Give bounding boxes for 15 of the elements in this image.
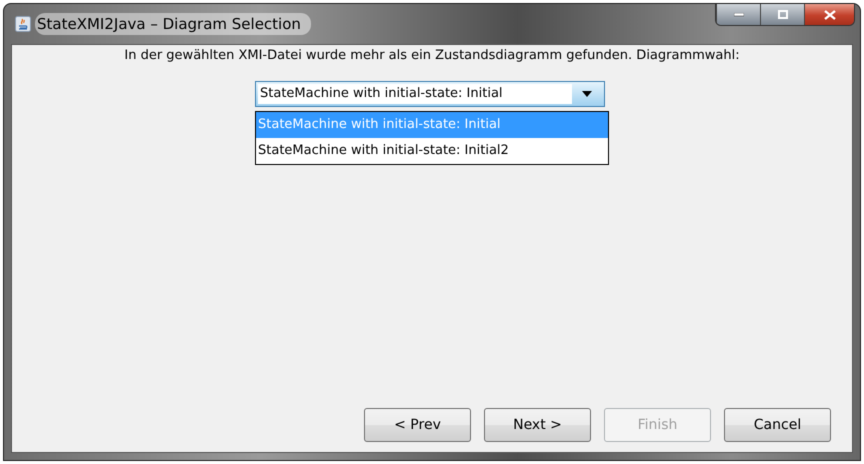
minimize-button[interactable] [716, 4, 760, 25]
wizard-button[interactable]: < Prev [364, 408, 471, 442]
maximize-button[interactable] [760, 4, 804, 25]
caret-icon [582, 91, 592, 97]
diagram-dropdown[interactable]: StateMachine with initial-state: Initial [255, 81, 605, 107]
wizard-button[interactable]: Next > [484, 408, 591, 442]
maximize-icon [778, 10, 788, 19]
close-button[interactable] [804, 4, 854, 25]
message-text: In der gewählten XMI-Datei wurde mehr als ein Zustandsdiagramm gefunden. Diagrammwahl: [124, 48, 740, 63]
java-icon [15, 16, 31, 32]
wizard-button[interactable]: Cancel [724, 408, 831, 442]
close-icon [824, 10, 836, 20]
dropdown-option[interactable]: StateMachine with initial-state: Initial2 [256, 138, 608, 164]
minimize-icon [734, 12, 744, 16]
window-title: StateXMI2Java – Diagram Selection [35, 13, 311, 35]
